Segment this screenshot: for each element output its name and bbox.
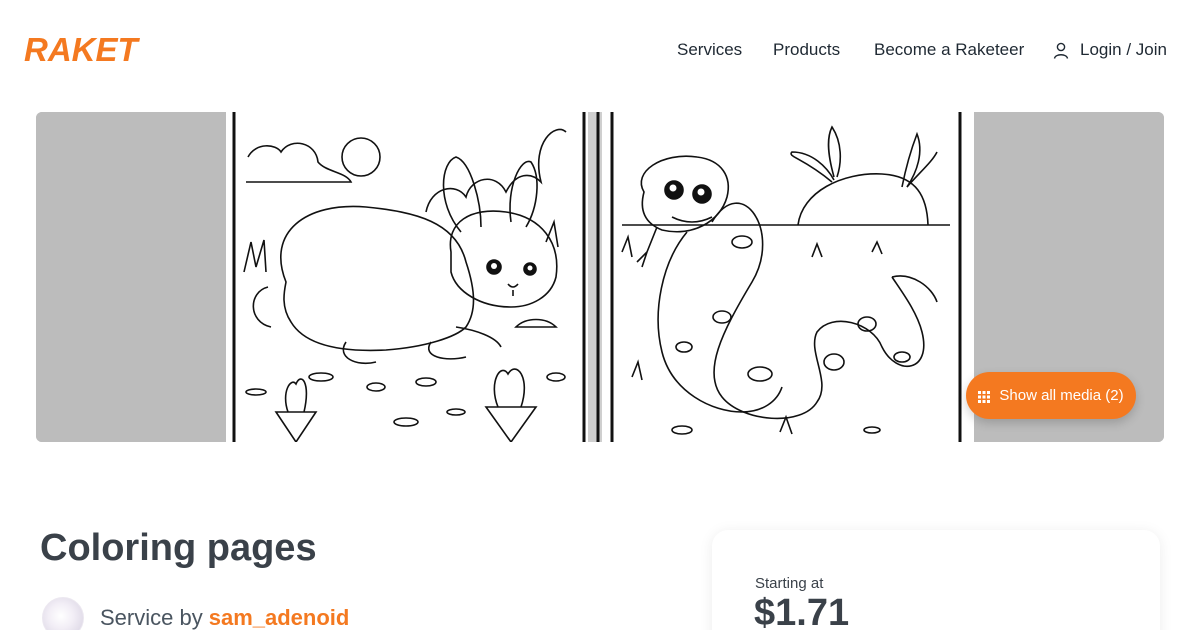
price-value: $1.71 <box>754 592 850 630</box>
main-nav: Services Products Become a Raketeer Logi… <box>0 38 1200 62</box>
avatar[interactable] <box>42 597 84 630</box>
site-header: RAKET Services Products Become a Raketee… <box>0 0 1200 100</box>
grid-icon <box>978 390 991 403</box>
nav-products-link[interactable]: Products <box>773 38 840 62</box>
pricing-card: Starting at $1.71 <box>712 530 1160 630</box>
show-all-media-button[interactable]: Show all media (2) <box>966 372 1136 419</box>
service-author: Service by sam_adenoid <box>42 597 350 630</box>
nav-become-raketeer-link[interactable]: Become a Raketeer <box>874 38 1024 62</box>
rabbit-coloring-image[interactable] <box>226 112 602 442</box>
login-join-label: Login / Join <box>1080 40 1167 59</box>
user-icon <box>1053 42 1069 59</box>
login-join-link[interactable]: Login / Join <box>1053 38 1167 62</box>
show-all-media-label: Show all media (2) <box>999 387 1124 404</box>
author-username-link[interactable]: sam_adenoid <box>209 605 350 630</box>
starting-at-label: Starting at <box>755 575 824 592</box>
snake-coloring-image[interactable] <box>602 112 974 442</box>
nav-services-link[interactable]: Services <box>677 38 742 62</box>
gallery-blur-left <box>36 112 226 442</box>
service-by-label: Service by <box>100 605 203 630</box>
page-title: Coloring pages <box>40 527 317 569</box>
